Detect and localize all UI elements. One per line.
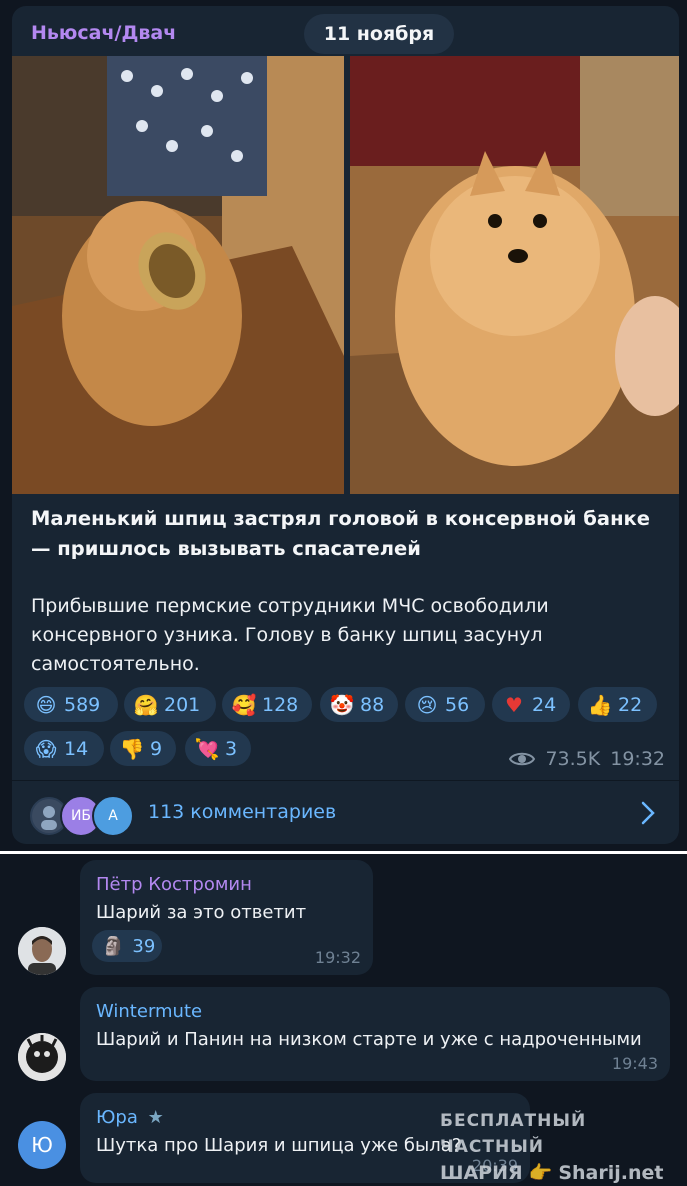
thumbs-up-icon: 👍 — [587, 692, 613, 717]
reaction-grinning[interactable]: 😄 589 — [24, 687, 118, 722]
thumbs-down-icon: 👎 — [119, 736, 145, 761]
hugging-face-icon: 🤗 — [133, 692, 159, 717]
comment-author[interactable]: Wintermute — [96, 1001, 202, 1022]
reaction-crying[interactable]: 😢 56 — [405, 687, 485, 722]
post-photo-freed-dog[interactable] — [350, 56, 679, 494]
separator — [0, 851, 687, 854]
reaction-screaming[interactable]: 😱 14 — [24, 731, 104, 766]
moai-icon: 🗿 — [102, 935, 125, 957]
comment-reaction[interactable]: 🗿 39 — [92, 930, 162, 962]
reaction-count: 14 — [64, 737, 89, 760]
reaction-count: 589 — [64, 693, 101, 716]
crying-face-icon: 😢 — [416, 692, 438, 717]
watermark-site: Sharij.net — [558, 1162, 664, 1184]
smiling-face-hearts-icon: 🥰 — [231, 692, 257, 717]
post-meta: 73.5K 19:32 — [509, 748, 665, 770]
comment-author[interactable]: Юра ★ — [96, 1107, 164, 1128]
channel-name[interactable]: Ньюсач/Двач — [31, 22, 176, 44]
star-icon: ★ — [147, 1107, 164, 1128]
comment-time: 19:32 — [314, 948, 361, 967]
comment-text: Шарий за это ответит — [96, 902, 307, 923]
post-photo-dog-in-can[interactable] — [12, 56, 344, 494]
reaction-clown[interactable]: 🤡 88 — [320, 687, 398, 722]
comment-text: Шутка про Шария и шпица уже была? — [96, 1135, 462, 1156]
avatar[interactable] — [18, 927, 66, 975]
post-headline: Маленький шпиц застрял головой в консерв… — [31, 507, 651, 560]
post-body: Прибывшие пермские сотрудники МЧС освобо… — [31, 595, 549, 675]
reaction-count: 56 — [445, 693, 470, 716]
watermark-line2: ШАРИЯ — [440, 1162, 523, 1184]
screaming-face-icon: 😱 — [35, 736, 57, 761]
view-count: 73.5K — [545, 748, 601, 770]
comment-text: Шарий и Панин на низком старте и уже с н… — [96, 1029, 642, 1050]
avatar[interactable]: Ю — [18, 1121, 66, 1169]
date-badge: 11 ноября — [304, 14, 454, 54]
reaction-thumbs-down[interactable]: 👎 9 — [110, 731, 176, 766]
reaction-hearts[interactable]: 🥰 128 — [222, 687, 312, 722]
comment-bubble: Wintermute Шарий и Панин на низком старт… — [80, 987, 670, 1081]
avatar[interactable] — [18, 1033, 66, 1081]
eye-icon — [509, 752, 536, 766]
chevron-right-icon — [641, 801, 655, 825]
comments-button[interactable]: ИБ А 113 комментариев — [12, 781, 679, 844]
reaction-hugging[interactable]: 🤗 201 — [124, 687, 216, 722]
avatar: А — [92, 795, 134, 837]
clown-face-icon: 🤡 — [329, 692, 355, 717]
comment-bubble: Пётр Костромин Шарий за это ответит 🗿 39… — [80, 860, 373, 975]
heart-arrow-icon: 💘 — [194, 736, 220, 761]
red-heart-icon: ♥ — [505, 692, 523, 717]
reaction-count: 22 — [618, 693, 643, 716]
comment-author[interactable]: Пётр Костромин — [96, 874, 252, 895]
reaction-count: 24 — [532, 693, 557, 716]
pointing-hand-icon: 👉 — [528, 1162, 553, 1184]
comments-count-label: 113 комментариев — [148, 801, 337, 823]
grinning-face-icon: 😄 — [35, 692, 57, 717]
post-time: 19:32 — [610, 748, 665, 770]
reaction-count: 9 — [150, 737, 163, 760]
reaction-count: 3 — [225, 737, 238, 760]
reaction-thumbs-up[interactable]: 👍 22 — [578, 687, 657, 722]
watermark-line1: БЕСПЛАТНЫЙ ЧАСТНЫЙ — [440, 1111, 587, 1157]
reaction-count: 201 — [164, 693, 201, 716]
channel-post: Ньюсач/Двач 11 ноября Маленький шпиц зас… — [12, 6, 679, 844]
watermark: БЕСПЛАТНЫЙ ЧАСТНЫЙ ШАРИЯ 👉 Sharij.net — [440, 1108, 680, 1186]
reaction-heart-arrow[interactable]: 💘 3 — [185, 731, 251, 766]
comment-time: 19:43 — [611, 1054, 658, 1073]
reaction-heart[interactable]: ♥ 24 — [492, 687, 570, 722]
reaction-count: 128 — [262, 693, 299, 716]
reaction-count: 39 — [132, 935, 156, 957]
reaction-count: 88 — [360, 693, 385, 716]
comment-author-name: Юра — [96, 1107, 138, 1128]
